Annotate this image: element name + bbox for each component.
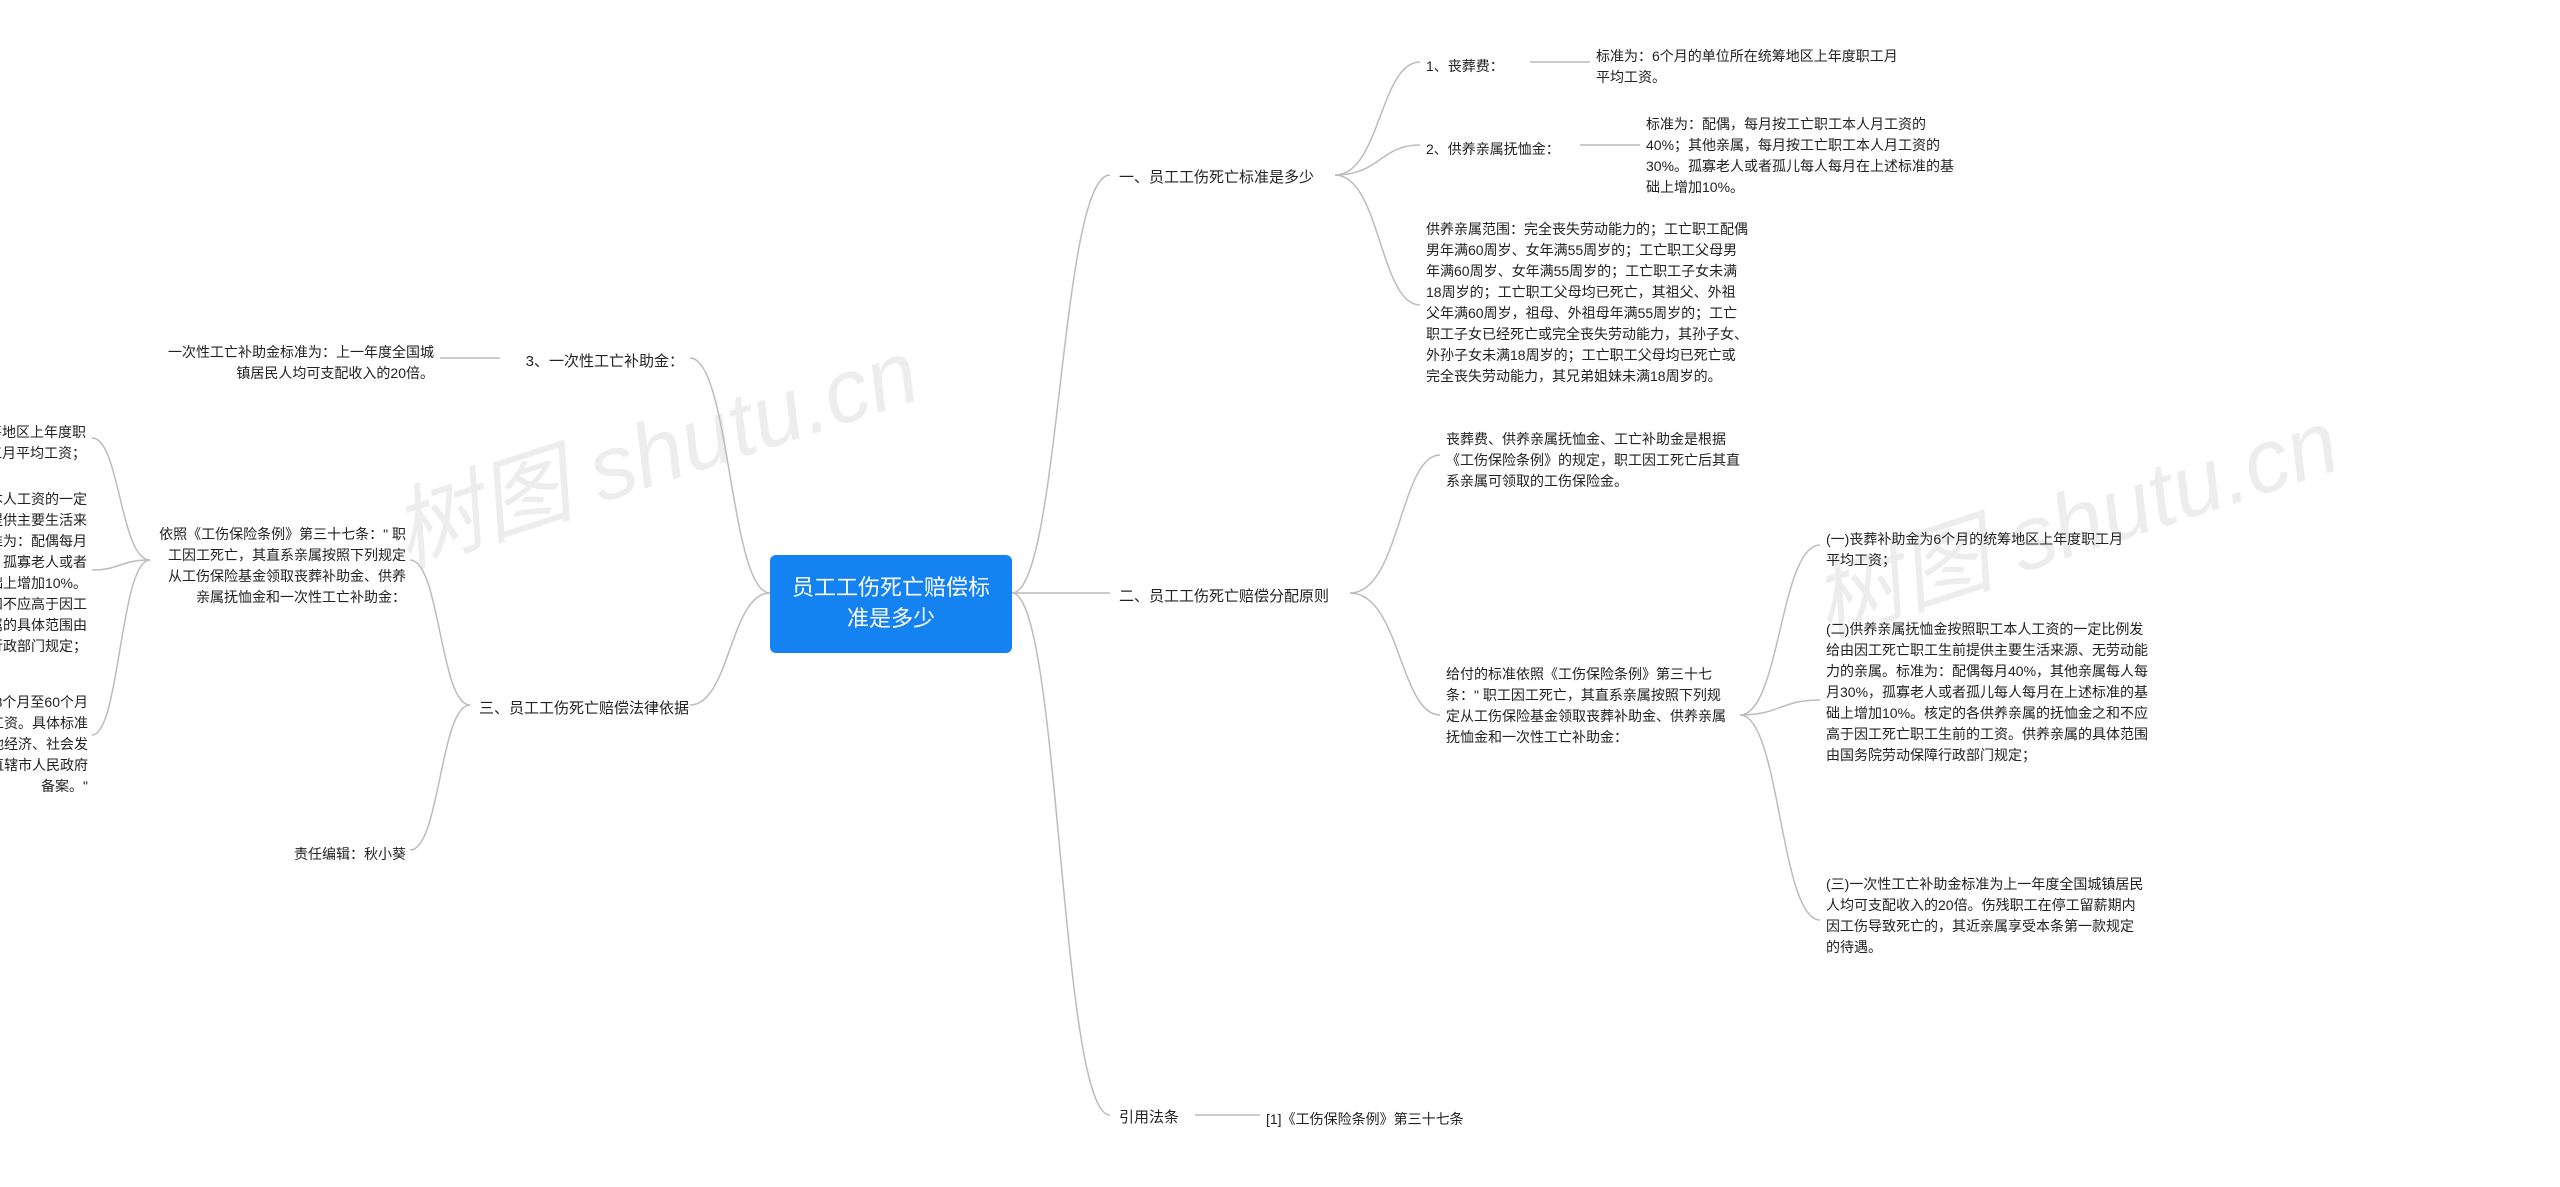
s1-item2-label: 2、供养亲属抚恤金：: [1420, 135, 1580, 164]
s2-d2: (二)供养亲属抚恤金按照职工本人工资的一定比例发给由因工死亡职工生前提供主要生活…: [1820, 615, 2155, 770]
s2-intro: 丧葬费、供养亲属抚恤金、工亡补助金是根据《工伤保险条例》的规定，职工因工死亡后其…: [1440, 425, 1755, 496]
left-s3b-title: 三、员工工伤死亡赔偿法律依据: [470, 694, 695, 725]
s1-item2-desc: 标准为：配偶，每月按工亡职工本人月工资的40%；其他亲属，每月按工亡职工本人月工…: [1640, 110, 1965, 202]
left-s3-desc: 一次性工亡补助金标准为：上一年度全国城镇居民人均可支配收入的20倍。: [160, 338, 440, 388]
center-node: 员工工伤死亡赔偿标准是多少: [770, 555, 1012, 653]
left-s3-title: 3、一次性工亡补助金：: [495, 347, 690, 378]
mindmap-canvas: 树图 shutu.cn 树图 shutu.cn: [0, 0, 2560, 1187]
section-1-title: 一、员工工伤死亡标准是多少: [1113, 163, 1338, 194]
left-editor: 责任编辑：秋小葵: [280, 840, 412, 869]
left-s3b-d3: (三)一次性工亡补助金标准为48个月至60个月的统筹地区上年度职工月平均工资。具…: [0, 688, 94, 801]
s1-item1-desc: 标准为：6个月的单位所在统筹地区上年度职工月平均工资。: [1590, 42, 1910, 92]
section-2-title: 二、员工工伤死亡赔偿分配原则: [1113, 582, 1353, 613]
left-s3b-sub: 依照《工伤保险条例》第三十七条：" 职工因工死亡，其直系亲属按照下列规定从工伤保…: [150, 520, 412, 612]
s4-ref: [1]《工伤保险条例》第三十七条: [1260, 1105, 1520, 1134]
s2-d1: (一)丧葬补助金为6个月的统筹地区上年度职工月平均工资；: [1820, 525, 2140, 575]
s1-item1-label: 1、丧葬费：: [1420, 52, 1530, 81]
section-4-title: 引用法条: [1113, 1103, 1193, 1134]
left-s3b-d2: (二)供养亲属抚恤金按照职工本人工资的一定比例发给由因工死亡职工生前提供主要生活…: [0, 485, 93, 661]
watermark: 树图 shutu.cn: [373, 299, 932, 591]
s1-item3-desc: 供养亲属范围：完全丧失劳动能力的；工亡职工配偶男年满60周岁、女年满55周岁的；…: [1420, 215, 1755, 391]
s2-sub-label: 给付的标准依照《工伤保险条例》第三十七条：" 职工因工死亡，其直系亲属按照下列规…: [1440, 660, 1740, 752]
s2-d3: (三)一次性工亡补助金标准为上一年度全国城镇居民人均可支配收入的20倍。伤残职工…: [1820, 870, 2150, 962]
left-s3b-d1: (一)丧葬补助金为6个月的统筹地区上年度职工月平均工资；: [0, 418, 92, 468]
